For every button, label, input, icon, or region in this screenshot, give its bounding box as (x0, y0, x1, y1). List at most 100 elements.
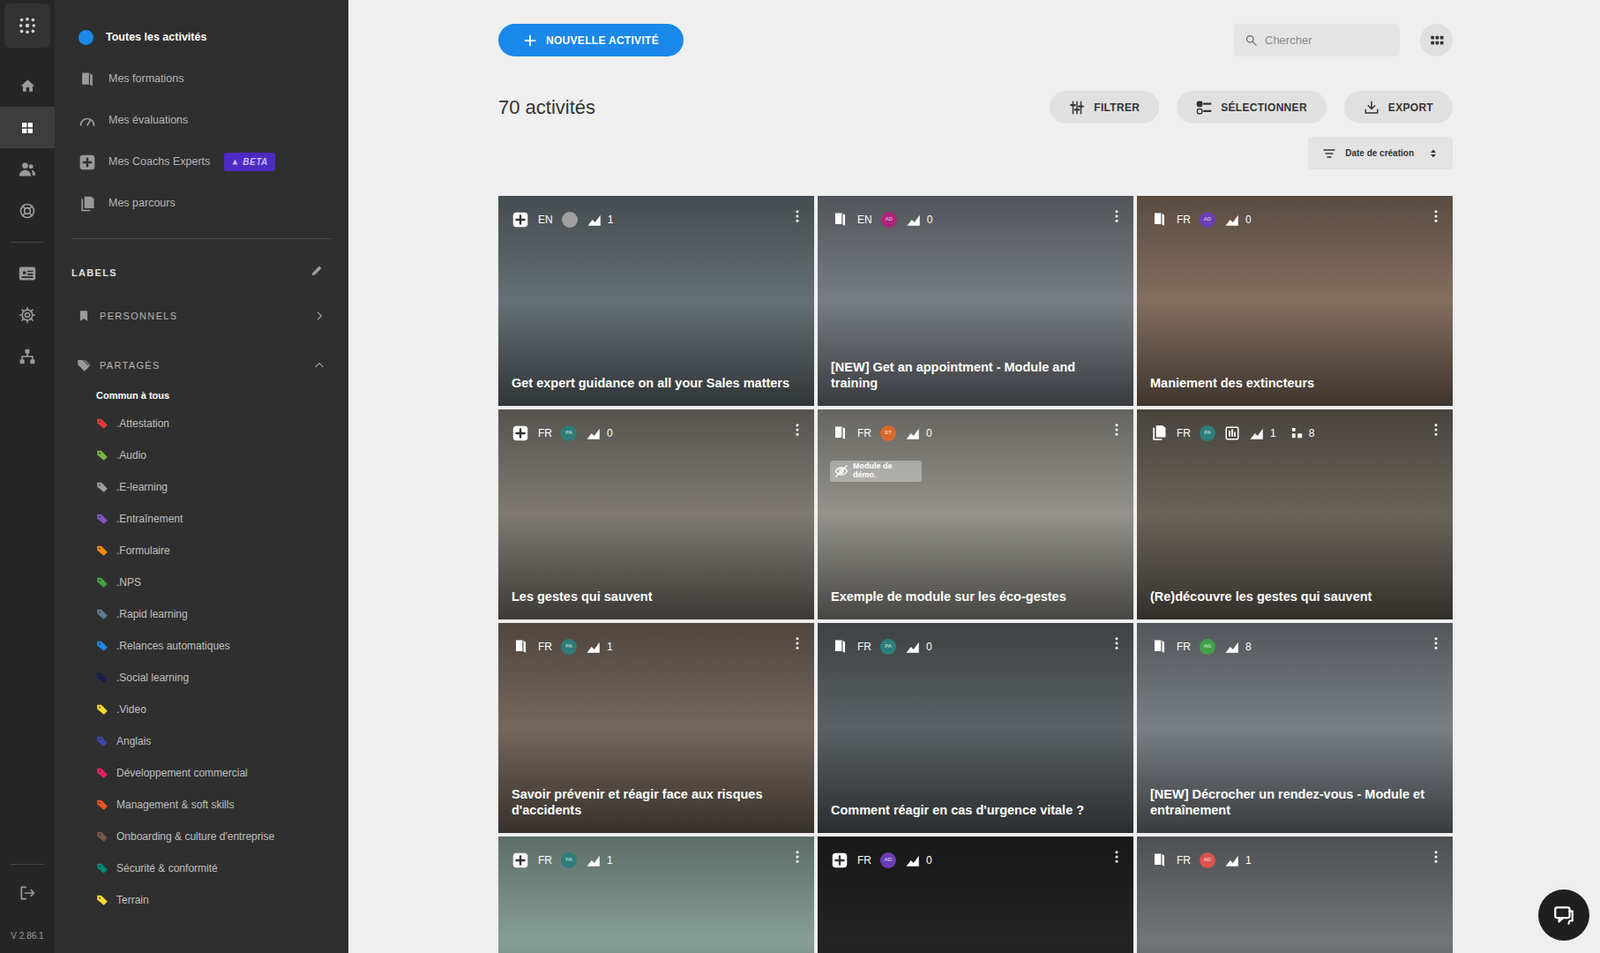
views-stat: 0 (1224, 211, 1252, 228)
card-menu-button[interactable] (789, 635, 806, 658)
activity-card[interactable]: FRET0Exemple de module sur les éco-geste… (817, 409, 1134, 620)
activity-card[interactable]: FRAG8[NEW] Décrocher un rendez-vous - Mo… (1136, 622, 1453, 833)
rail-item[interactable] (0, 252, 55, 294)
avatar-initials: PA (565, 428, 573, 437)
select-button[interactable]: SÉLECTIONNER (1176, 90, 1327, 124)
logo-icon (17, 15, 38, 36)
export-button[interactable]: EXPORT (1344, 90, 1453, 124)
new-activity-button[interactable]: NOUVELLE ACTIVITÉ (498, 23, 684, 57)
rail-item[interactable] (0, 65, 55, 107)
sidebar-item[interactable]: Mes évaluations (54, 99, 349, 142)
card-menu-button[interactable] (1428, 848, 1444, 871)
label-item[interactable]: Onboarding & culture d'entreprise (54, 820, 349, 853)
chat-button[interactable] (1538, 889, 1590, 941)
label-item[interactable]: .NPS (54, 566, 349, 599)
avatar-initials: PA (884, 642, 892, 651)
rail-item[interactable] (0, 106, 55, 149)
activity-card[interactable]: FRPA0Comment réagir en cas d'urgence vit… (817, 622, 1134, 833)
label-name: Onboarding & culture d'entreprise (116, 828, 275, 845)
card-menu-button[interactable] (789, 208, 806, 231)
card-menu-button[interactable] (1428, 421, 1444, 444)
card-title: [NEW] Décrocher un rendez-vous - Module … (1136, 786, 1453, 833)
activity-card[interactable]: FRPA1 (498, 836, 815, 953)
more-icon (1428, 848, 1444, 865)
search-field[interactable] (1233, 23, 1400, 57)
card-language: FR (538, 638, 553, 655)
label-item[interactable]: .Formulaire (54, 534, 349, 567)
sidebar-item[interactable]: Mes parcours (54, 182, 349, 225)
label-group[interactable]: PERSONNELS (54, 298, 349, 334)
activity-card[interactable]: FRAD0Maniement des extincteurs (1136, 195, 1453, 406)
sidebar-item[interactable]: Mes Coachs ExpertsBETA (54, 141, 349, 183)
label-item[interactable]: .Social learning (54, 661, 349, 694)
activity-card[interactable]: FRPA1Savoir prévenir et réagir face aux … (498, 622, 815, 833)
label-item[interactable]: .Entraînement (54, 502, 349, 535)
card-menu-button[interactable] (1428, 208, 1444, 231)
label-item[interactable]: .Rapid learning (54, 598, 349, 630)
activity-card[interactable]: FRAD1 (1136, 836, 1453, 953)
rail-item[interactable] (0, 189, 55, 232)
rail-item[interactable] (0, 293, 55, 336)
search-input[interactable] (1264, 31, 1390, 50)
author-avatar: PA (880, 638, 897, 655)
card-language: FR (538, 852, 553, 868)
label-item[interactable]: Sécurité & conformité (54, 852, 349, 884)
activity-card[interactable]: EN1Get expert guidance on all your Sales… (498, 195, 815, 406)
stats-icon (585, 638, 602, 655)
card-menu-button[interactable] (1108, 635, 1125, 658)
search-icon (1244, 33, 1258, 47)
label-item[interactable]: Management & soft skills (54, 788, 349, 821)
logout-button[interactable] (0, 871, 55, 913)
rail-item[interactable] (0, 148, 55, 190)
apps-button[interactable] (1420, 23, 1453, 57)
card-shade (498, 409, 815, 620)
label-name: .NPS (116, 574, 142, 591)
label-group[interactable]: PARTAGÉS (54, 347, 349, 383)
activity-card[interactable]: FRAD0 (817, 836, 1134, 953)
sort-button[interactable]: Date de création (1308, 136, 1453, 170)
label-item[interactable]: Développement commercial (54, 756, 349, 789)
participants-count: 8 (1308, 425, 1316, 442)
activity-card[interactable]: ENAD0[NEW] Get an appointment - Module a… (817, 195, 1134, 406)
sidebar-item[interactable]: Mes formations (54, 58, 349, 100)
card-menu-button[interactable] (1108, 848, 1125, 871)
author-avatar: AG (1199, 638, 1216, 655)
expert-icon (511, 852, 530, 868)
rail-item[interactable] (0, 335, 55, 377)
stats-icon (904, 638, 921, 655)
label-item[interactable]: .E-learning (54, 471, 349, 503)
card-menu-button[interactable] (789, 848, 806, 871)
card-menu-button[interactable] (789, 421, 806, 444)
views-stat: 0 (904, 638, 933, 655)
activity-card[interactable]: FRPA18(Re)découvre les gestes qui sauven… (1136, 409, 1453, 620)
filter-button[interactable]: FILTRER (1049, 90, 1159, 124)
top-bar: NOUVELLE ACTIVITÉ (498, 23, 1453, 57)
list-header: 70 activitésFILTRERSÉLECTIONNEREXPORT (498, 90, 1453, 124)
label-item[interactable]: .Audio (54, 439, 349, 472)
stats-icon (1224, 852, 1241, 868)
bookmark-icon (76, 309, 91, 322)
tag-icon (96, 639, 109, 652)
card-menu-button[interactable] (1108, 208, 1125, 231)
label-item[interactable]: .Video (54, 693, 349, 726)
sidebar-item[interactable]: Toutes les activités (54, 16, 349, 59)
logo[interactable] (4, 3, 51, 48)
label-item[interactable]: .Relances automatiques (54, 629, 349, 662)
label-item[interactable]: Terrain (54, 883, 349, 916)
stats-icon (904, 425, 921, 442)
card-menu-button[interactable] (1428, 635, 1444, 658)
card-meta: FRPA1 (498, 836, 815, 871)
label-name: .E-learning (116, 478, 168, 495)
views-count: 0 (926, 852, 933, 868)
tag-icon (96, 893, 109, 906)
module-icon (511, 637, 530, 655)
label-item[interactable]: .Attestation (54, 407, 349, 440)
views-stat: 0 (904, 852, 933, 868)
card-menu-button[interactable] (1108, 421, 1125, 444)
activity-card[interactable]: FRPA0Les gestes qui sauvent (498, 409, 815, 620)
label-item[interactable]: Anglais (54, 725, 349, 757)
views-count: 0 (926, 638, 933, 655)
edit-labels-button[interactable] (310, 261, 324, 284)
tag-icon (96, 734, 109, 748)
tags-icon (76, 358, 91, 373)
